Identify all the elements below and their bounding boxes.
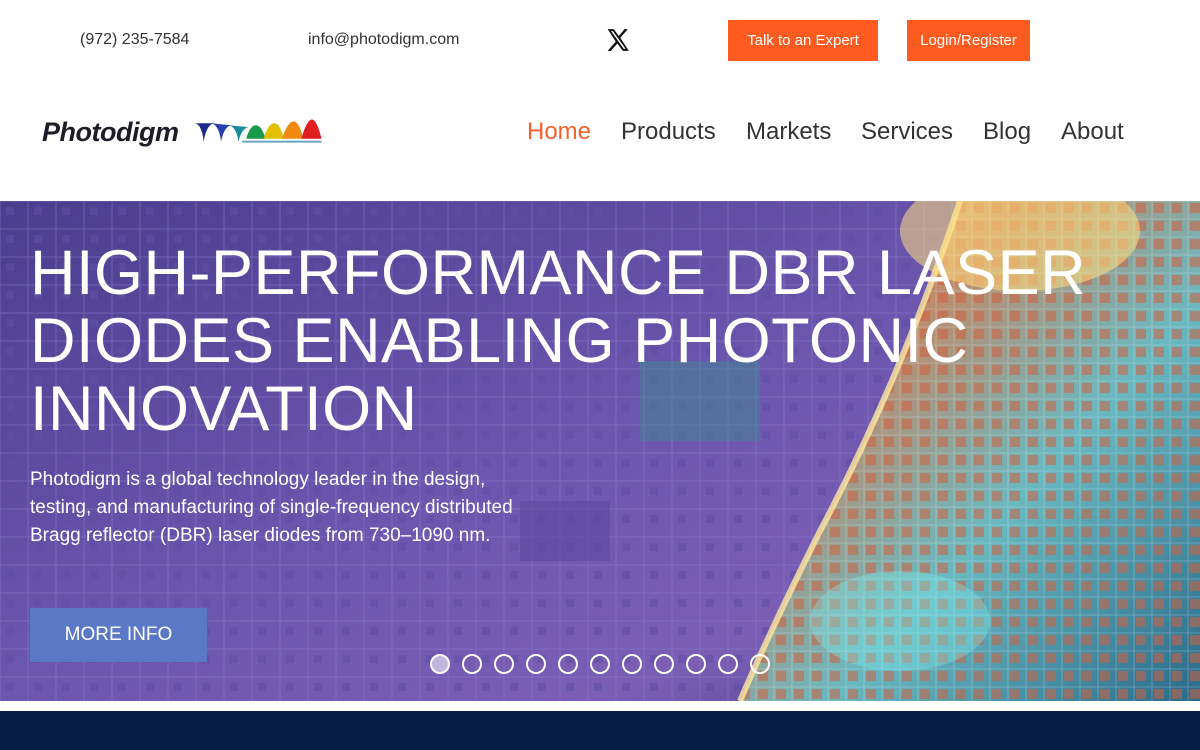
slider-dot-9[interactable] (686, 654, 706, 674)
top-contact-bar: (972) 235-7584 info@photodigm.com Talk t… (0, 0, 1200, 82)
main-header: Photodigm Home Products Markets Services… (0, 82, 1200, 200)
nav-home[interactable]: Home (527, 118, 591, 146)
slider-dot-10[interactable] (718, 654, 738, 674)
hero-description: Photodigm is a global technology leader … (30, 469, 513, 546)
slider-dot-6[interactable] (590, 654, 610, 674)
hero-title: HIGH-PERFORMANCE DBR LASER DIODES ENABLI… (30, 238, 1087, 444)
hero-slider: HIGH-PERFORMANCE DBR LASER DIODES ENABLI… (0, 201, 1200, 701)
login-register-button[interactable]: Login/Register (907, 20, 1030, 61)
email-link[interactable]: info@photodigm.com (308, 31, 459, 49)
nav-services[interactable]: Services (861, 118, 953, 146)
slider-dot-1[interactable] (430, 654, 450, 674)
nav-products[interactable]: Products (621, 118, 716, 146)
slider-dot-11[interactable] (750, 654, 770, 674)
slider-dot-3[interactable] (494, 654, 514, 674)
phone-number-link[interactable]: (972) 235-7584 (80, 31, 189, 49)
slider-dot-5[interactable] (558, 654, 578, 674)
main-nav: Home Products Markets Services Blog Abou… (0, 118, 1200, 148)
slider-pagination (430, 654, 782, 674)
more-info-button[interactable]: MORE INFO (30, 608, 207, 662)
slider-dot-2[interactable] (462, 654, 482, 674)
nav-about[interactable]: About (1061, 118, 1124, 146)
slider-dot-7[interactable] (622, 654, 642, 674)
section-divider (0, 701, 1200, 711)
next-section-band (0, 711, 1200, 750)
nav-blog[interactable]: Blog (983, 118, 1031, 146)
slider-dot-8[interactable] (654, 654, 674, 674)
talk-to-expert-button[interactable]: Talk to an Expert (728, 20, 878, 61)
slider-dot-4[interactable] (526, 654, 546, 674)
nav-markets[interactable]: Markets (746, 118, 831, 146)
x-twitter-icon[interactable] (605, 27, 631, 53)
